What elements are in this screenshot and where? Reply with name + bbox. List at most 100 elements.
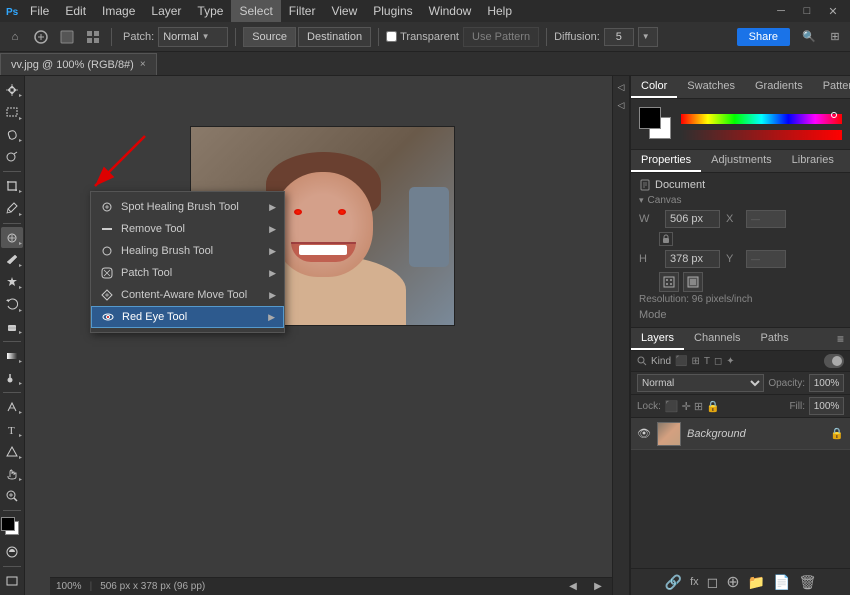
diffusion-dropdown[interactable]: ▼ [638, 27, 658, 47]
content-aware-move-menuitem[interactable]: Content-Aware Move Tool ▶ [91, 284, 284, 306]
fill-value[interactable]: 100% [809, 397, 844, 415]
edit-in-quick-mask[interactable] [1, 542, 23, 562]
y-value[interactable]: — [746, 250, 786, 268]
maximize-btn[interactable]: □ [796, 0, 818, 22]
menu-image[interactable]: Image [94, 0, 143, 22]
arrange-view-icon[interactable]: ⊞ [824, 26, 846, 48]
eyedropper-tool[interactable]: ▸ [1, 198, 23, 218]
new-layer-btn[interactable]: 📄 [773, 574, 790, 591]
lock-all-icon[interactable]: 🔒 [706, 400, 720, 413]
mode-dropdown[interactable]: Normal ▼ [158, 27, 228, 47]
change-screen-mode[interactable] [1, 571, 23, 591]
lock-pixels-icon[interactable]: ⬛ [665, 400, 679, 413]
width-value[interactable]: 506 px [665, 210, 720, 228]
brush-preset-icon[interactable] [56, 26, 78, 48]
arrange-icon[interactable] [82, 26, 104, 48]
canvas-section-label[interactable]: Canvas [639, 195, 842, 206]
healing-brush-menuitem[interactable]: Healing Brush Tool ▶ [91, 240, 284, 262]
lock-aspect-ratio[interactable] [659, 232, 673, 246]
transparent-checkbox[interactable]: Transparent [386, 31, 459, 43]
tools-icon[interactable] [30, 26, 52, 48]
menu-view[interactable]: View [323, 0, 365, 22]
opacity-value[interactable]: 100% [809, 374, 844, 392]
text-tool[interactable]: T ▸ [1, 419, 23, 439]
patch-tool-menuitem[interactable]: Patch Tool ▶ [91, 262, 284, 284]
filter-shape-icon[interactable]: ◻ [714, 356, 722, 367]
tab-layers[interactable]: Layers [631, 328, 684, 350]
add-mask-btn[interactable]: ◻ [707, 574, 719, 591]
pen-tool[interactable]: ▸ [1, 397, 23, 417]
alpha-slider[interactable] [681, 130, 842, 140]
tab-swatches[interactable]: Swatches [677, 76, 745, 98]
search-icon[interactable]: 🔍 [798, 26, 820, 48]
tab-channels[interactable]: Channels [684, 328, 750, 350]
rectangle-select-tool[interactable]: ▸ [1, 102, 23, 122]
menu-edit[interactable]: Edit [57, 0, 94, 22]
height-value[interactable]: 378 px [665, 250, 720, 268]
fill-canvas-icon[interactable] [683, 272, 703, 292]
panel-toggle-2[interactable]: ◁ [614, 98, 628, 112]
clone-stamp-tool[interactable]: ▸ [1, 272, 23, 292]
zoom-tool[interactable] [1, 486, 23, 506]
filter-smart-icon[interactable]: ✦ [726, 356, 734, 367]
lock-artboard-icon[interactable]: ⊞ [694, 400, 703, 413]
gradient-tool[interactable]: ▸ [1, 346, 23, 366]
filter-pixel-icon[interactable]: ⬛ [675, 356, 687, 367]
destination-button[interactable]: Destination [298, 27, 371, 47]
tab-gradients[interactable]: Gradients [745, 76, 813, 98]
menu-help[interactable]: Help [479, 0, 520, 22]
foreground-background-colors[interactable] [1, 517, 23, 537]
close-btn[interactable]: ✕ [822, 0, 844, 22]
quick-select-tool[interactable] [1, 147, 23, 167]
layer-effects-btn[interactable]: fx [690, 576, 699, 588]
fit-canvas-icon[interactable] [659, 272, 679, 292]
blend-mode-select[interactable]: Normal [637, 374, 764, 392]
use-pattern-button[interactable]: Use Pattern [463, 27, 539, 47]
layer-row-background[interactable]: 👁 Background 🔒 [631, 418, 850, 450]
tab-paths[interactable]: Paths [751, 328, 799, 350]
share-button[interactable]: Share [737, 28, 790, 46]
new-group-btn[interactable]: 📁 [748, 574, 765, 591]
tab-libraries[interactable]: Libraries [782, 150, 844, 172]
layer-name[interactable]: Background [687, 428, 824, 440]
source-button[interactable]: Source [243, 27, 296, 47]
lasso-tool[interactable]: ▸ [1, 125, 23, 145]
minimize-btn[interactable]: ─ [770, 0, 792, 22]
document-tab[interactable]: vv.jpg @ 100% (RGB/8#) × [0, 53, 157, 75]
filter-toggle[interactable] [824, 354, 844, 368]
foreground-color-swatch[interactable] [639, 107, 661, 129]
dodge-tool[interactable]: ▸ [1, 368, 23, 388]
move-tool[interactable]: ▸ [1, 80, 23, 100]
tab-patterns[interactable]: Patterns [813, 76, 850, 98]
menu-type[interactable]: Type [189, 0, 231, 22]
healing-brush-tool[interactable]: ▸ [1, 227, 23, 247]
tab-properties[interactable]: Properties [631, 150, 701, 172]
filter-adjust-icon[interactable]: ⊞ [691, 356, 699, 367]
diffusion-input[interactable] [604, 28, 634, 46]
menu-filter[interactable]: Filter [281, 0, 324, 22]
layers-panel-menu[interactable]: ≡ [831, 328, 850, 350]
lock-position-icon[interactable]: ✛ [682, 400, 691, 413]
crop-tool[interactable]: ▸ [1, 176, 23, 196]
home-icon[interactable]: ⌂ [4, 26, 26, 48]
hand-tool[interactable]: ▸ [1, 464, 23, 484]
link-layers-btn[interactable]: 🔗 [665, 574, 682, 591]
status-arrow-left[interactable]: ◀ [562, 576, 584, 595]
brush-tool[interactable]: ▸ [1, 250, 23, 270]
layer-visibility-eye[interactable]: 👁 [637, 427, 651, 441]
transparent-check-input[interactable] [386, 31, 397, 42]
properties-panel-menu[interactable]: ≡ [844, 150, 850, 172]
tab-close-btn[interactable]: × [140, 59, 146, 70]
history-brush-tool[interactable]: ▸ [1, 294, 23, 314]
tab-adjustments[interactable]: Adjustments [701, 150, 782, 172]
menu-plugins[interactable]: Plugins [365, 0, 420, 22]
red-eye-tool-menuitem[interactable]: Red Eye Tool ▶ [91, 306, 284, 328]
tab-color[interactable]: Color [631, 76, 677, 98]
eraser-tool[interactable]: ▸ [1, 317, 23, 337]
menu-window[interactable]: Window [421, 0, 480, 22]
delete-layer-btn[interactable]: 🗑 [799, 574, 817, 591]
menu-file[interactable]: File [22, 0, 57, 22]
spot-healing-brush-menuitem[interactable]: Spot Healing Brush Tool ▶ [91, 196, 284, 218]
menu-select[interactable]: Select [231, 0, 280, 22]
menu-layer[interactable]: Layer [143, 0, 189, 22]
